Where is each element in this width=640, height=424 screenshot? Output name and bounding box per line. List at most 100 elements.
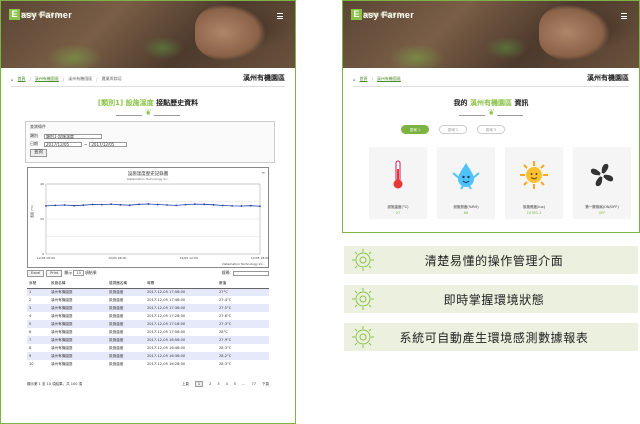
table-cell: 6 <box>27 328 49 336</box>
table-row[interactable]: 2 溪州有機園區 設施溫度 2017-12-05 17:48:00 27.4°C <box>27 296 269 304</box>
breadcrumb-item[interactable]: 首頁 <box>18 76 26 82</box>
page-link[interactable]: 4 <box>226 382 228 386</box>
date-to-input[interactable]: 2017/12/05 <box>89 141 128 147</box>
sensor-card-fan[interactable]: 第一層風扇(ON/OFF) OFF <box>573 147 631 219</box>
tab-zone-1[interactable]: 區域 1 <box>401 125 429 134</box>
table-cell: 2 <box>27 296 49 304</box>
query-button[interactable]: 查詢 <box>30 149 47 157</box>
table-cell: 溪州有機園區 <box>49 328 107 336</box>
divider <box>353 86 629 87</box>
date-from-input[interactable]: 2017/12/05 <box>44 141 82 147</box>
table-row[interactable]: 1 溪州有機園區 設施溫度 2017-12-05 17:58:00 27°C <box>27 288 269 296</box>
column-header[interactable]: 設施名稱 <box>49 280 107 289</box>
next-page[interactable]: 下頁 <box>262 382 269 387</box>
table-cell: 設施溫度 <box>107 296 145 304</box>
table-row[interactable]: 4 溪州有機園區 設施溫度 2017-12-05 17:28:00 27.6°C <box>27 312 269 320</box>
leaf-divider: ❦ <box>459 109 523 117</box>
table-cell: 28.3°C <box>217 360 269 368</box>
feature-bar: 系統可自動產生環境感測數據報表 <box>344 323 638 351</box>
page-link[interactable]: 3 <box>217 382 219 386</box>
title-highlight: 設施溫度 <box>125 99 154 107</box>
home-icon[interactable]: ⌂ <box>11 77 14 82</box>
excel-button[interactable]: Excel <box>27 269 45 277</box>
data-point <box>203 203 206 206</box>
y-tick-label: 0 <box>42 252 44 256</box>
breadcrumb-item[interactable]: 溪州有機園區 <box>377 76 401 82</box>
query-panel-title: 查詢條件 <box>30 124 46 129</box>
table-row[interactable]: 8 溪州有機園區 設施溫度 2017-12-05 16:48:00 28.3°C <box>27 344 269 352</box>
hamburger-menu-icon[interactable] <box>621 13 627 21</box>
show-label: 顯示 <box>64 270 73 275</box>
sensor-cards: 設施溫度(°C) 27 設施濕度(%RH) 66 設施照度(lux) 10783… <box>369 147 639 219</box>
column-header[interactable]: 數值 <box>217 280 269 289</box>
leaf-divider: ❦ <box>116 109 180 117</box>
page-size-select[interactable]: 10 <box>73 270 84 276</box>
tab-zone-3[interactable]: 區域 3 <box>477 125 505 134</box>
table-row[interactable]: 10 溪州有機園區 設施溫度 2017-12-05 16:28:00 28.3°C <box>27 360 269 368</box>
search-input[interactable] <box>233 270 269 276</box>
logo-tagline: 智慧農業 輕鬆管理 Easy <box>21 12 65 17</box>
sensor-card-light[interactable]: 設施照度(lux) 10783.1 <box>505 147 563 219</box>
sensor-card-temperature[interactable]: 設施溫度(°C) 27 <box>369 147 427 219</box>
table-cell: 27.5°C <box>217 304 269 312</box>
sensor-label: 設施溫度(°C) <box>387 205 409 209</box>
prev-page[interactable]: 上頁 <box>182 382 189 387</box>
table-cell: 2017-12-05 17:38:00 <box>145 304 217 312</box>
history-chart: 設施溫度歷史記錄圖 Datamation Technology Inc. ≡ 溫… <box>27 167 269 268</box>
sensor-card-humidity[interactable]: 設施濕度(%RH) 66 <box>437 147 495 219</box>
x-tick-label: 12/05 06:00 <box>108 256 126 260</box>
data-point <box>156 203 159 206</box>
gear-icon <box>344 323 380 351</box>
section-title: [類別1] 設施溫度 接點歷史資料 <box>1 98 295 108</box>
table-cell: 溪州有機園區 <box>49 296 107 304</box>
page-link[interactable]: 1 <box>194 381 204 387</box>
table-row[interactable]: 6 溪州有機園區 設施溫度 2017-12-05 17:08:00 28°C <box>27 328 269 336</box>
zone-tabs: 區域 1 區域 2 區域 3 <box>401 125 515 134</box>
page-link[interactable]: 77 <box>252 382 256 386</box>
breadcrumb-item[interactable]: 溪州有機園區 <box>68 76 92 82</box>
column-header[interactable]: 時間 <box>145 280 217 289</box>
data-point <box>231 204 233 207</box>
type-select[interactable]: 類別1-設施溫度 <box>44 133 102 139</box>
page-link[interactable]: 5 <box>234 382 236 386</box>
table-row[interactable]: 7 溪州有機園區 設施溫度 2017-12-05 16:58:00 27.9°C <box>27 336 269 344</box>
table-footer: 顯示第 1 至 10 項結果，共 100 項 上頁 1 2 3 4 5 … 77… <box>27 380 269 388</box>
table-cell: 設施溫度 <box>107 336 145 344</box>
hamburger-menu-icon[interactable] <box>277 13 283 21</box>
table-cell: 1 <box>27 288 49 296</box>
breadcrumb-item: 農業與栽培 <box>101 76 122 81</box>
table-row[interactable]: 3 溪州有機園區 設施溫度 2017-12-05 17:38:00 27.5°C <box>27 304 269 312</box>
table-cell: 設施溫度 <box>107 288 145 296</box>
column-header[interactable]: 感測器名稱 <box>107 280 145 289</box>
data-point <box>240 205 243 207</box>
table-cell: 設施溫度 <box>107 312 145 320</box>
print-button[interactable]: Print <box>46 269 63 277</box>
page-link[interactable]: 2 <box>209 382 211 386</box>
history-table: 序號 設施名稱 感測器名稱 時間 數值 1 溪州有機園區 設施溫度 2017-12-0… <box>27 280 269 368</box>
feature-bar: 清楚易懂的操作管理介面 <box>344 246 638 274</box>
y-tick-label: 20 <box>40 217 44 221</box>
sensor-value: 10783.1 <box>526 211 542 215</box>
sensor-value: OFF <box>598 211 606 215</box>
sensor-label: 設施濕度(%RH) <box>453 205 479 209</box>
data-point <box>110 203 113 206</box>
table-cell: 設施溫度 <box>107 320 145 328</box>
table-row[interactable]: 5 溪州有機園區 設施溫度 2017-12-05 17:18:00 27.3°C <box>27 320 269 328</box>
table-cell: 2017-12-05 16:48:00 <box>145 344 217 352</box>
table-cell: 27.3°C <box>217 320 269 328</box>
breadcrumb-item[interactable]: 首頁 <box>360 76 368 82</box>
logo-mark: E <box>351 9 362 20</box>
data-point <box>166 204 168 206</box>
table-cell: 28.2°C <box>217 352 269 360</box>
pagination: 上頁 1 2 3 4 5 … 77 下頁 <box>176 381 269 387</box>
column-header[interactable]: 序號 <box>27 280 49 289</box>
home-icon[interactable]: ⌂ <box>353 77 356 82</box>
table-row[interactable]: 9 溪州有機園區 設施溫度 2017-12-05 16:38:00 28.2°C <box>27 352 269 360</box>
tab-zone-2[interactable]: 區域 2 <box>439 125 467 134</box>
breadcrumb-item[interactable]: 溪州有機園區 <box>35 76 59 82</box>
title-suffix: 資訊 <box>514 99 529 107</box>
feature-text: 即時掌握環境狀態 <box>443 292 545 307</box>
thermometer-icon <box>393 160 403 189</box>
query-panel: 查詢條件 類別 類別1-設施溫度 日期 2017/12/05 ~ 2017/12… <box>25 121 275 163</box>
table-cell: 2017-12-05 17:28:00 <box>145 312 217 320</box>
